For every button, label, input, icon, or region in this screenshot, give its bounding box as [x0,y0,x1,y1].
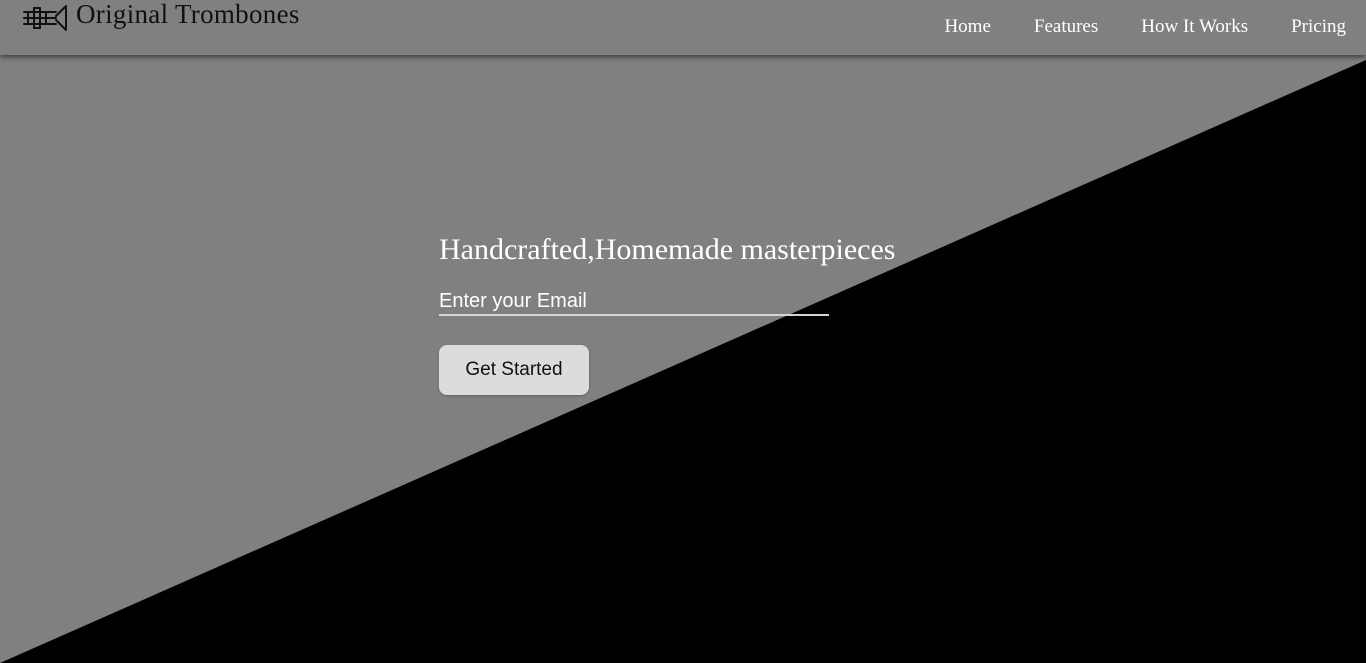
hero-section: Handcrafted,Homemade masterpieces Get St… [439,230,895,395]
navbar: Original Trombones Home Features How It … [0,0,1366,55]
brand-name: Original Trombones [76,0,300,29]
nav-link-how-it-works[interactable]: How It Works [1141,16,1248,38]
nav-link-features[interactable]: Features [1034,16,1098,38]
nav-links: Home Features How It Works Pricing [901,16,1346,38]
trombone-logo-icon [23,5,67,31]
hero-title: Handcrafted,Homemade masterpieces [439,233,896,266]
brand[interactable]: Original Trombones [22,0,300,34]
page: Original Trombones Home Features How It … [0,0,1366,663]
nav-link-pricing[interactable]: Pricing [1291,16,1346,38]
nav-link-home[interactable]: Home [944,16,990,38]
get-started-button[interactable]: Get Started [439,345,589,395]
email-input[interactable] [439,288,829,316]
